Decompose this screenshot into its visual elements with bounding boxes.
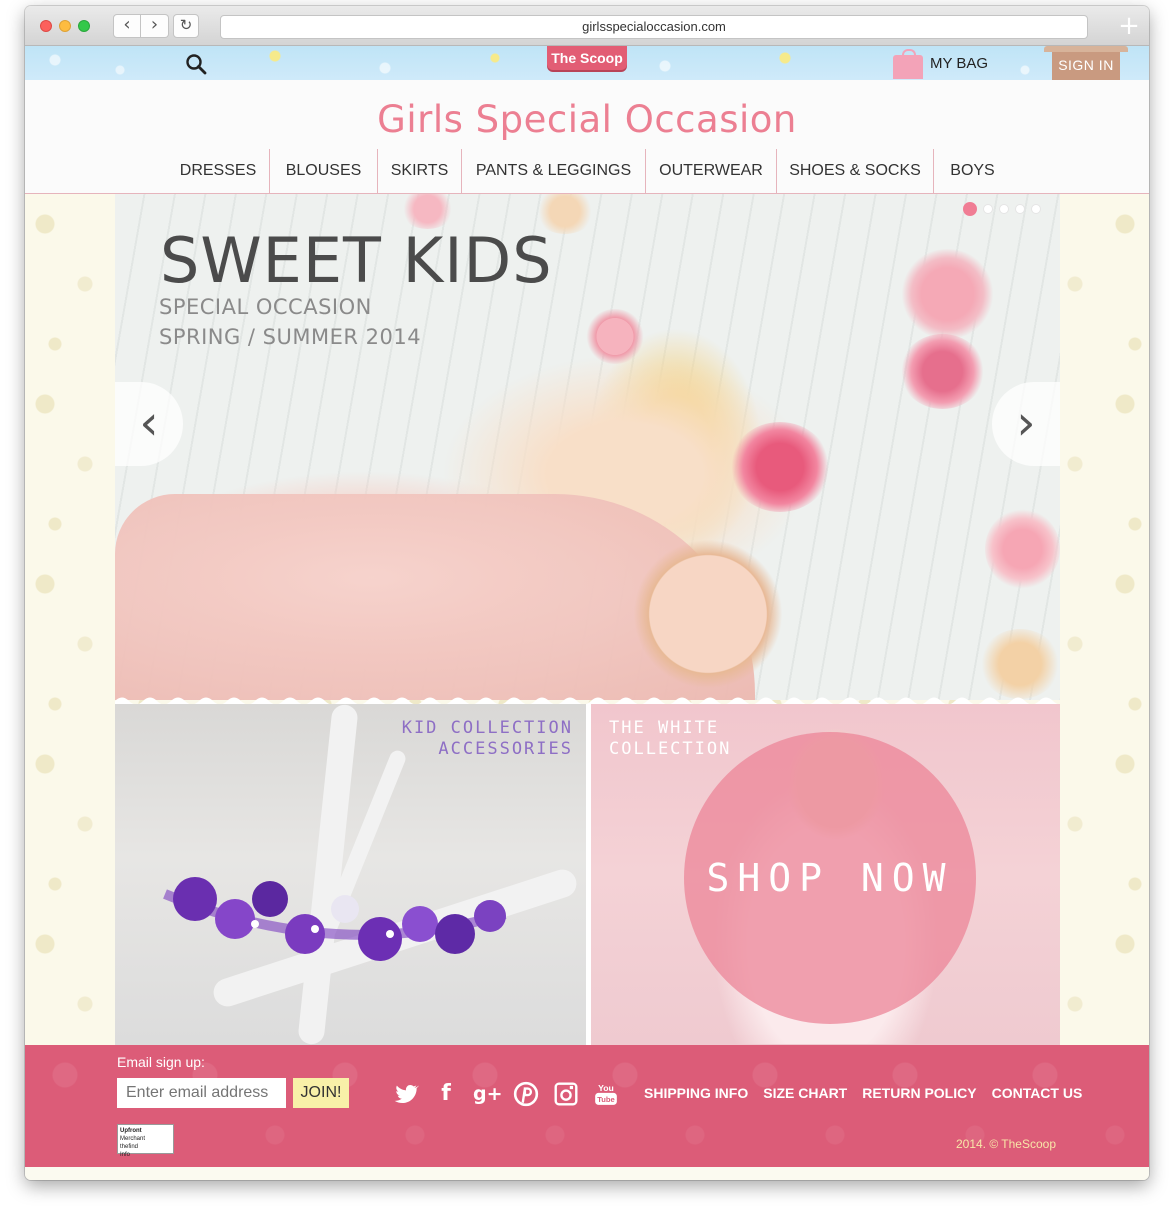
flower-image — [985, 509, 1060, 589]
carousel-indicators — [963, 202, 1041, 216]
badge-text: Merchant — [120, 1136, 146, 1142]
top-utility-bar: The Scoop MY BAG SIGN IN — [25, 46, 1149, 80]
badge-text: Upfront — [120, 1128, 142, 1134]
upfront-merchant-badge[interactable]: Upfront Merchant thefind Info — [117, 1124, 174, 1158]
pinterest-icon[interactable] — [513, 1081, 539, 1107]
white-collection-label: THE WHITE COLLECTION — [609, 718, 731, 760]
accessories-promo-tile[interactable]: KID COLLECTION ACCESSORIES — [115, 704, 587, 1045]
carousel-dot[interactable] — [983, 204, 993, 214]
nav-dresses[interactable]: DRESSES — [167, 149, 270, 193]
flower-image — [900, 334, 985, 409]
site-title[interactable]: Girls Special Occasion — [25, 98, 1149, 141]
reload-button[interactable]: ↻ — [173, 14, 199, 38]
hero-title: SWEET KIDS — [160, 224, 553, 297]
google-plus-icon[interactable]: g+ — [473, 1081, 503, 1107]
sign-in-button[interactable]: SIGN IN — [1044, 46, 1128, 80]
back-button[interactable]: ‹ — [113, 14, 141, 38]
hero-girl-image — [633, 539, 783, 689]
footer-bottom-strip — [25, 1167, 1149, 1180]
carousel-dot[interactable] — [1031, 204, 1041, 214]
social-links: f g+ You Tube — [393, 1081, 619, 1107]
browser-window: ‹ › ↻ girlsspecialoccasion.com + The Sco… — [25, 6, 1149, 1180]
flower-image — [730, 422, 830, 512]
new-tab-button[interactable]: + — [1109, 6, 1149, 46]
white-collection-promo-tile[interactable]: THE WHITE COLLECTION SHOP NOW — [591, 704, 1060, 1045]
shipping-info-link[interactable]: SHIPPING INFO — [644, 1085, 748, 1101]
site-header: Girls Special Occasion DRESSES BLOUSES S… — [25, 80, 1149, 194]
svg-text:Tube: Tube — [597, 1095, 615, 1104]
nav-shoes-socks[interactable]: SHOES & SOCKS — [777, 149, 934, 193]
badge-text: Info — [120, 1152, 131, 1158]
the-scoop-logo[interactable]: The Scoop — [547, 46, 627, 70]
forward-button[interactable]: › — [141, 14, 169, 38]
svg-text:You: You — [598, 1083, 614, 1093]
nav-blouses[interactable]: BLOUSES — [270, 149, 378, 193]
search-icon[interactable] — [185, 53, 207, 75]
flower-crown-image — [163, 877, 507, 961]
accessories-label-line1: KID COLLECTION — [401, 718, 573, 738]
shopping-bag-icon[interactable] — [893, 49, 923, 79]
browser-toolbar: ‹ › ↻ girlsspecialoccasion.com + — [25, 6, 1149, 46]
size-chart-link[interactable]: SIZE CHART — [763, 1085, 847, 1101]
hero-subtitle: SPECIAL OCCASION — [159, 295, 372, 319]
facebook-icon[interactable]: f — [433, 1081, 459, 1107]
return-policy-link[interactable]: RETURN POLICY — [862, 1085, 976, 1101]
instagram-icon[interactable] — [553, 1081, 579, 1107]
site-footer: Email sign up: JOIN! Upfront Merchant th… — [25, 1045, 1149, 1167]
flower-image — [980, 629, 1060, 699]
next-slide-button[interactable]: › — [992, 382, 1060, 466]
footer-links: SHIPPING INFO SIZE CHART RETURN POLICY C… — [644, 1085, 1082, 1101]
hero-slider[interactable]: SWEET KIDS SPECIAL OCCASION SPRING / SUM… — [115, 194, 1060, 700]
carousel-dot[interactable] — [1015, 204, 1025, 214]
accessories-label: KID COLLECTION ACCESSORIES — [402, 718, 573, 760]
nav-skirts[interactable]: SKIRTS — [378, 149, 462, 193]
address-bar[interactable]: girlsspecialoccasion.com — [220, 15, 1088, 39]
my-bag-link[interactable]: MY BAG — [930, 55, 988, 73]
carousel-dot[interactable] — [963, 202, 977, 216]
youtube-icon[interactable]: You Tube — [593, 1081, 619, 1107]
hero-season: SPRING / SUMMER 2014 — [159, 325, 422, 349]
previous-slide-button[interactable]: ‹ — [115, 382, 183, 466]
contact-us-link[interactable]: CONTACT US — [992, 1085, 1083, 1101]
join-button[interactable]: JOIN! — [293, 1078, 349, 1108]
white-collection-label-line1: THE WHITE — [609, 718, 720, 738]
white-collection-label-line2: COLLECTION — [609, 739, 732, 759]
flower-image — [900, 249, 995, 339]
email-signup-input[interactable] — [117, 1078, 286, 1108]
shop-now-button[interactable]: SHOP NOW — [684, 732, 976, 1024]
main-navigation: DRESSES BLOUSES SKIRTS PANTS & LEGGINGS … — [167, 149, 1011, 193]
flower-image — [585, 309, 645, 364]
nav-pants-leggings[interactable]: PANTS & LEGGINGS — [462, 149, 646, 193]
minimize-window-button[interactable] — [59, 20, 71, 32]
twitter-icon[interactable] — [393, 1081, 419, 1107]
email-signup-label: Email sign up: — [117, 1054, 205, 1070]
carousel-dot[interactable] — [999, 204, 1009, 214]
zoom-window-button[interactable] — [78, 20, 90, 32]
nav-outerwear[interactable]: OUTERWEAR — [646, 149, 777, 193]
accessories-label-line2: ACCESSORIES — [438, 739, 573, 759]
copyright-text: 2014. © TheScoop — [955, 1137, 1056, 1151]
nav-boys[interactable]: BOYS — [934, 149, 1011, 193]
close-window-button[interactable] — [40, 20, 52, 32]
badge-text: thefind — [120, 1144, 139, 1150]
